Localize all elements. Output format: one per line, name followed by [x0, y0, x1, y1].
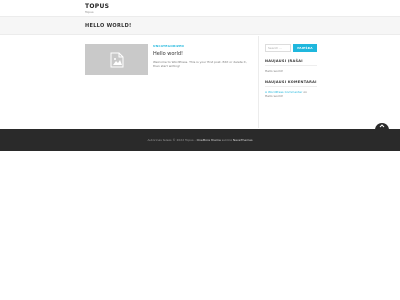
- comment-on-text: on: [303, 90, 308, 94]
- content-area: UNCATEGORIZED Hello world! Welcome to Wo…: [0, 36, 400, 128]
- footer-credits: Autorinės teisės © 2022 Topus - OneMore …: [0, 138, 400, 142]
- site-footer: Autorinės teisės © 2022 Topus - OneMore …: [0, 129, 400, 151]
- recent-posts-title: NAUJAUSI ĮRAŠAI: [265, 59, 303, 63]
- sidebar: PAIEŠKA NAUJAUSI ĮRAŠAI Hello world! NAU…: [265, 44, 325, 98]
- post-title[interactable]: Hello world!: [153, 51, 253, 57]
- chevron-up-icon: [379, 124, 385, 128]
- post-card: UNCATEGORIZED Hello world! Welcome to Wo…: [85, 44, 255, 76]
- site-title[interactable]: TOPUS: [85, 3, 109, 10]
- post-category[interactable]: UNCATEGORIZED: [153, 44, 253, 48]
- footer-copyright: Autorinės teisės © 2022 Topus -: [147, 138, 196, 142]
- page: TOPUS Topus HELLO WORLD! UNCATEGORIZED H…: [0, 0, 400, 300]
- site-header: TOPUS Topus: [0, 0, 400, 17]
- footer-author-link[interactable]: NaveThemes: [233, 138, 253, 142]
- widget-divider: [265, 65, 317, 66]
- post-thumbnail[interactable]: [85, 44, 148, 75]
- site-description: Topus: [85, 10, 94, 14]
- recent-comment-item: A WordPress Commenter on Hello world!: [265, 90, 325, 98]
- footer-by-text: sukūrė: [221, 138, 232, 142]
- footer-theme-link[interactable]: OneMore theme: [197, 138, 221, 142]
- page-title: HELLO WORLD!: [85, 23, 132, 29]
- recent-comments-title: NAUJAUSI KOMENTARAI: [265, 80, 317, 84]
- sidebar-divider: [258, 36, 259, 128]
- widget-divider: [265, 86, 317, 87]
- post-body: UNCATEGORIZED Hello world! Welcome to Wo…: [153, 44, 253, 68]
- post-excerpt: Welcome to WordPress. This is your first…: [153, 60, 247, 68]
- search-input[interactable]: [265, 44, 291, 52]
- search-button[interactable]: PAIEŠKA: [293, 44, 317, 52]
- recent-post-link[interactable]: Hello world!: [265, 69, 325, 73]
- page-title-band: HELLO WORLD!: [0, 17, 400, 35]
- image-placeholder-icon: [110, 52, 123, 67]
- comment-post-link[interactable]: Hello world!: [265, 94, 283, 98]
- search-form: PAIEŠKA: [265, 44, 325, 52]
